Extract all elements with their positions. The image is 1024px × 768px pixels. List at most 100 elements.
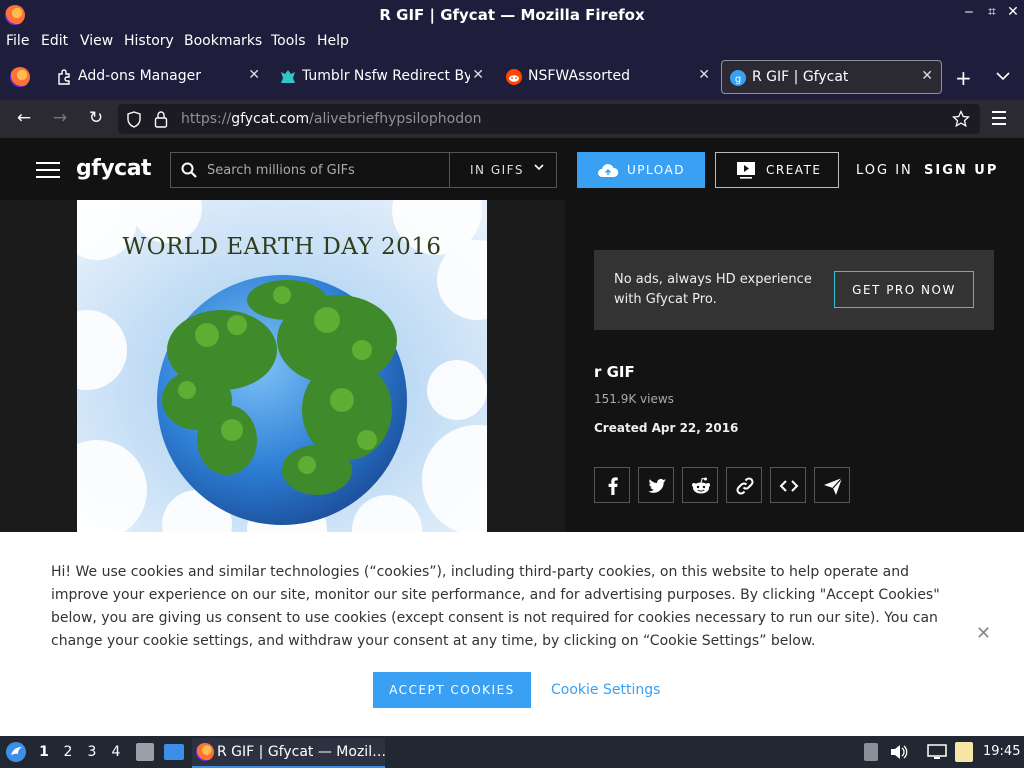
share-twitter-button[interactable] [638, 467, 674, 503]
accept-cookies-button[interactable]: ACCEPT COOKIES [373, 672, 531, 708]
app-menu-icon[interactable] [992, 111, 1006, 125]
share-embed-button[interactable] [770, 467, 806, 503]
pro-promo-box: No ads, always HD experience with Gfycat… [594, 250, 994, 330]
lock-icon[interactable] [154, 110, 168, 128]
menu-view[interactable]: View [80, 33, 113, 49]
tab-gfycat-active[interactable]: g R GIF | Gfycat ✕ [721, 60, 942, 94]
menu-bar: File Edit View History Bookmarks Tools H… [0, 30, 1024, 54]
search-input[interactable] [207, 160, 447, 180]
send-icon [824, 477, 843, 495]
tab-label: Add-ons Manager [78, 68, 201, 84]
tab-tumblr[interactable]: Tumblr Nsfw Redirect Byp ✕ [272, 60, 492, 94]
tab-nsfwassorted[interactable]: NSFWAssorted ✕ [498, 60, 718, 94]
navigation-bar: ← → ↻ https://gfycat.com/alivebriefhypsi… [0, 100, 1024, 138]
get-pro-button[interactable]: GET PRO NOW [834, 271, 974, 308]
tab-close-icon[interactable]: ✕ [248, 67, 260, 83]
menu-history[interactable]: History [124, 33, 174, 49]
clipboard-icon[interactable] [955, 742, 973, 762]
bookmark-star-icon[interactable] [952, 110, 970, 128]
network-icon[interactable] [927, 744, 947, 760]
workspace-2[interactable]: 2 [61, 744, 75, 760]
window-titlebar: R GIF | Gfycat — Mozilla Firefox ‒ ⌗ ✕ [0, 0, 1024, 30]
gfycat-favicon: g [730, 70, 746, 86]
window-title: R GIF | Gfycat — Mozilla Firefox [379, 6, 645, 24]
svg-text:g: g [735, 74, 741, 85]
share-facebook-button[interactable] [594, 467, 630, 503]
cookie-settings-link[interactable]: Cookie Settings [551, 682, 660, 698]
search-icon [181, 162, 197, 178]
tumblr-redirect-icon [281, 70, 295, 83]
chevron-down-icon [534, 164, 544, 171]
start-menu-icon[interactable] [5, 741, 27, 763]
battery-icon[interactable] [864, 743, 878, 761]
share-link-button[interactable] [726, 467, 762, 503]
tab-addons[interactable]: Add-ons Manager ✕ [48, 60, 268, 94]
url-text: https://gfycat.com/alivebriefhypsilophod… [181, 111, 482, 127]
menu-tools[interactable]: Tools [271, 33, 306, 49]
upload-button[interactable]: UPLOAD [577, 152, 705, 188]
tab-close-icon[interactable]: ✕ [472, 67, 484, 83]
tab-label: Tumblr Nsfw Redirect Byp [302, 68, 470, 84]
cookie-banner: Hi! We use cookies and similar technolog… [0, 532, 1024, 736]
firefox-view-icon[interactable] [10, 67, 30, 87]
tab-close-icon[interactable]: ✕ [698, 67, 710, 83]
url-path: /alivebriefhypsilophodon [309, 111, 482, 127]
cookie-text: Hi! We use cookies and similar technolog… [51, 564, 940, 649]
share-send-button[interactable] [814, 467, 850, 503]
search-scope-label: IN GIFS [470, 163, 524, 177]
tab-strip: Add-ons Manager ✕ Tumblr Nsfw Redirect B… [0, 54, 1024, 100]
gfycat-logo[interactable]: gfycat [76, 156, 152, 181]
create-video-icon [737, 162, 755, 179]
tab-close-icon[interactable]: ✕ [921, 68, 933, 84]
shield-icon[interactable] [126, 111, 142, 128]
share-reddit-button[interactable] [682, 467, 718, 503]
taskbar-item-label: R GIF | Gfycat — Mozil… [217, 744, 387, 760]
minimize-icon[interactable]: ‒ [960, 4, 978, 20]
twitter-icon [648, 478, 666, 493]
link-icon [736, 477, 754, 495]
url-bar[interactable]: https://gfycat.com/alivebriefhypsilophod… [118, 104, 980, 134]
close-icon[interactable]: ✕ [1004, 4, 1022, 20]
clock[interactable]: 19:45 [983, 744, 1020, 759]
gif-title: r GIF [594, 363, 635, 381]
created-date: Created Apr 22, 2016 [594, 421, 739, 435]
new-tab-icon[interactable]: + [955, 66, 972, 90]
create-button[interactable]: CREATE [715, 152, 839, 188]
maximize-icon[interactable]: ⌗ [983, 4, 1001, 20]
upload-label: UPLOAD [627, 163, 685, 177]
search-scope-dropdown[interactable]: IN GIFS [449, 153, 557, 187]
menu-edit[interactable]: Edit [41, 33, 68, 49]
file-manager-icon[interactable] [136, 743, 154, 761]
facebook-icon [608, 477, 618, 495]
reddit-icon [692, 477, 710, 494]
taskbar-firefox-item[interactable]: R GIF | Gfycat — Mozil… [192, 738, 387, 768]
tab-label: NSFWAssorted [528, 68, 630, 84]
hamburger-menu-icon[interactable] [36, 162, 60, 178]
workspace-3[interactable]: 3 [85, 744, 99, 760]
taskbar: 1 2 3 4 R GIF | Gfycat — Mozil… 19:45 [0, 736, 1024, 768]
gif-caption: WORLD EARTH DAY 2016 [122, 234, 442, 260]
gif-player[interactable]: WORLD EARTH DAY 2016 [77, 200, 487, 532]
forward-arrow-icon[interactable]: → [48, 108, 72, 128]
menu-bookmarks[interactable]: Bookmarks [184, 33, 262, 49]
volume-icon[interactable] [890, 744, 908, 760]
list-tabs-chevron-icon[interactable] [996, 71, 1010, 81]
workspace-4[interactable]: 4 [109, 744, 123, 760]
search-box: IN GIFS [170, 152, 557, 188]
menu-file[interactable]: File [6, 33, 29, 49]
firefox-icon [196, 743, 214, 761]
url-host: gfycat.com [231, 111, 310, 127]
view-count: 151.9K views [594, 392, 674, 406]
embed-code-icon [779, 480, 799, 492]
menu-help[interactable]: Help [317, 33, 349, 49]
url-prefix: https:// [181, 111, 232, 127]
login-link[interactable]: LOG IN [856, 163, 913, 178]
site-header: gfycat IN GIFS UPLOAD CREATE LOG IN SIGN… [0, 138, 1024, 200]
reload-icon[interactable]: ↻ [84, 108, 108, 128]
workspace-1[interactable]: 1 [37, 744, 51, 760]
back-arrow-icon[interactable]: ← [12, 108, 36, 128]
cookie-close-icon[interactable]: ✕ [976, 623, 991, 644]
signup-link[interactable]: SIGN UP [924, 163, 998, 178]
desktop-icon[interactable] [164, 744, 184, 760]
cloud-upload-icon [598, 164, 619, 177]
